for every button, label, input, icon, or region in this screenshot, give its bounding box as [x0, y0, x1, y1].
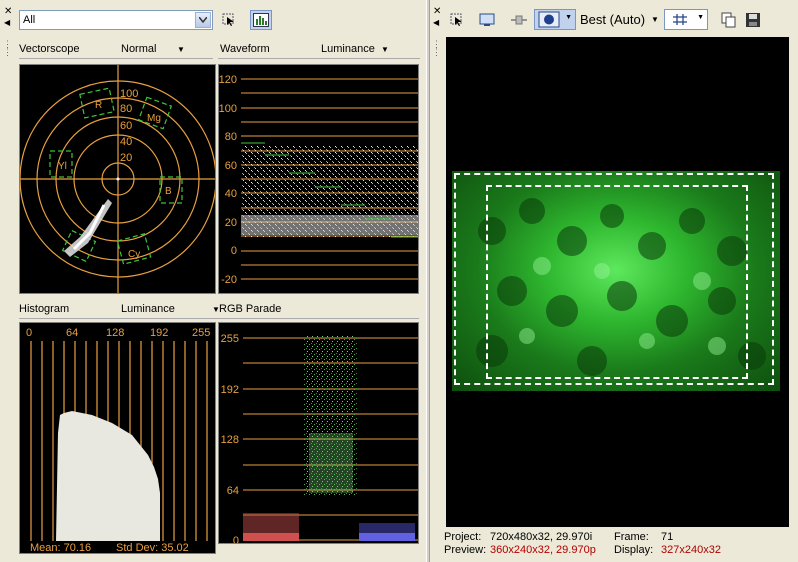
- histogram-display: 0 64 128 192 255 Mean: 70.16 Std Dev: 35…: [19, 322, 216, 554]
- vectorscope-title: Vectorscope: [19, 43, 80, 55]
- pointer-select-icon: [222, 13, 234, 26]
- update-scopes-button[interactable]: [218, 10, 240, 30]
- copy-icon: [721, 12, 736, 28]
- frame-label: Frame:: [614, 531, 649, 543]
- waveform-title: Waveform: [220, 43, 270, 55]
- external-monitor-button[interactable]: [476, 10, 498, 30]
- preview-mode-button[interactable]: ▼: [534, 9, 576, 30]
- save-snapshot-button[interactable]: [742, 10, 764, 30]
- target-label-magenta: Mg: [147, 113, 161, 124]
- close-icon[interactable]: ✕: [4, 6, 12, 17]
- panel-grip-handle[interactable]: ⋮ ⋮: [432, 40, 441, 57]
- parade-tick: 0: [233, 535, 239, 544]
- vectorscope-display: 100 80 60 40 20 R Mg Yl B Cy: [19, 64, 216, 294]
- project-value: 720x480x32, 29.970i: [490, 531, 593, 543]
- collapse-arrow-icon[interactable]: ◀: [4, 18, 10, 27]
- waveform-tick: 60: [225, 160, 237, 172]
- vectorscope-mode-arrow-icon[interactable]: ▼: [177, 45, 185, 54]
- parade-tick: 64: [227, 485, 239, 497]
- parade-tick: 128: [221, 434, 239, 446]
- waveform-tick: 100: [219, 103, 237, 115]
- video-preview-window: ✕ ◀ ⋮ ⋮ ▼ Best (Auto) ▼ ▼ Project: 720x4…: [430, 0, 798, 562]
- histogram-mode-dropdown[interactable]: Luminance: [121, 303, 175, 315]
- preview-quality-dropdown[interactable]: Best (Auto): [580, 12, 645, 27]
- preview-quality-arrow-icon[interactable]: ▼: [651, 15, 659, 24]
- divider: [218, 58, 420, 59]
- save-disk-icon: [746, 13, 760, 27]
- histogram-stddev: Std Dev: 35.02: [116, 542, 189, 554]
- waveform-tick: 80: [225, 131, 237, 143]
- target-label-blue: B: [165, 186, 172, 197]
- histogram-tick: 0: [26, 327, 32, 339]
- collapse-arrow-icon[interactable]: ◀: [433, 18, 439, 27]
- histogram-tick: 192: [150, 327, 168, 339]
- waveform-mode-dropdown[interactable]: Luminance: [321, 43, 375, 55]
- parade-title: RGB Parade: [219, 303, 282, 315]
- ring-label: 60: [120, 120, 132, 132]
- frame-value: 71: [661, 531, 674, 543]
- panel-grip-handle[interactable]: ⋮ ⋮: [3, 40, 12, 57]
- ring-label: 20: [120, 152, 132, 164]
- ring-label: 100: [120, 88, 138, 100]
- histogram-tick: 64: [66, 327, 78, 339]
- project-label: Project:: [444, 531, 482, 543]
- video-preview-area: [446, 37, 789, 527]
- close-icon[interactable]: ✕: [433, 6, 441, 17]
- circle-mask-icon: [538, 11, 560, 28]
- histogram-mean: Mean: 70.16: [30, 542, 91, 554]
- rgb-parade-display: 255 192 128 64 0: [218, 322, 419, 544]
- ring-label: 80: [120, 103, 132, 115]
- video-scopes-icon: [253, 13, 269, 27]
- waveform-tick: 120: [219, 74, 237, 86]
- channel-select-value: All: [23, 14, 36, 26]
- waveform-display: 120 100 80 60 40 20 0 -20: [218, 64, 419, 294]
- split-screen-button[interactable]: [508, 10, 530, 30]
- copy-snapshot-button[interactable]: [718, 10, 740, 30]
- scope-view-button[interactable]: [250, 10, 272, 30]
- title-safe-area: [486, 185, 748, 379]
- parade-tick: 255: [221, 333, 239, 345]
- preview-frame: [452, 171, 780, 391]
- grid-icon: [673, 14, 687, 25]
- split-screen-icon: [511, 15, 527, 25]
- select-event-button[interactable]: [446, 10, 468, 30]
- histogram-title: Histogram: [19, 303, 70, 315]
- display-value: 327x240x32: [661, 544, 721, 556]
- waveform-tick: -20: [221, 274, 237, 286]
- vectorscope-mode-dropdown[interactable]: Normal: [121, 43, 156, 55]
- histogram-tick: 128: [106, 327, 124, 339]
- display-label: Display:: [614, 544, 654, 556]
- divider: [19, 58, 213, 59]
- target-label-red: R: [95, 100, 102, 111]
- target-label-yellow: Yl: [58, 161, 67, 172]
- monitor-icon: [479, 13, 495, 26]
- pointer-select-icon: [450, 13, 462, 26]
- target-label-cyan: Cy: [128, 249, 140, 260]
- waveform-tick: 0: [231, 245, 237, 257]
- chevron-down-icon[interactable]: [195, 12, 211, 28]
- preview-value: 360x240x32, 29.970p: [490, 544, 596, 556]
- chevron-down-icon[interactable]: ▼: [697, 14, 704, 21]
- preview-label: Preview:: [444, 544, 487, 556]
- waveform-tick: 40: [225, 188, 237, 200]
- ring-label: 40: [120, 136, 132, 148]
- channel-select[interactable]: All: [19, 10, 213, 30]
- chevron-down-icon[interactable]: ▼: [565, 14, 572, 21]
- waveform-mode-arrow-icon[interactable]: ▼: [381, 45, 389, 54]
- video-scopes-window: ✕ ◀ ⋮ ⋮ All Vectorscope Normal ▼ Waveform…: [0, 0, 427, 562]
- histogram-tick: 255: [192, 327, 210, 339]
- divider: [19, 318, 419, 319]
- overlays-button[interactable]: ▼: [664, 9, 708, 30]
- waveform-tick: 20: [225, 217, 237, 229]
- parade-tick: 192: [221, 384, 239, 396]
